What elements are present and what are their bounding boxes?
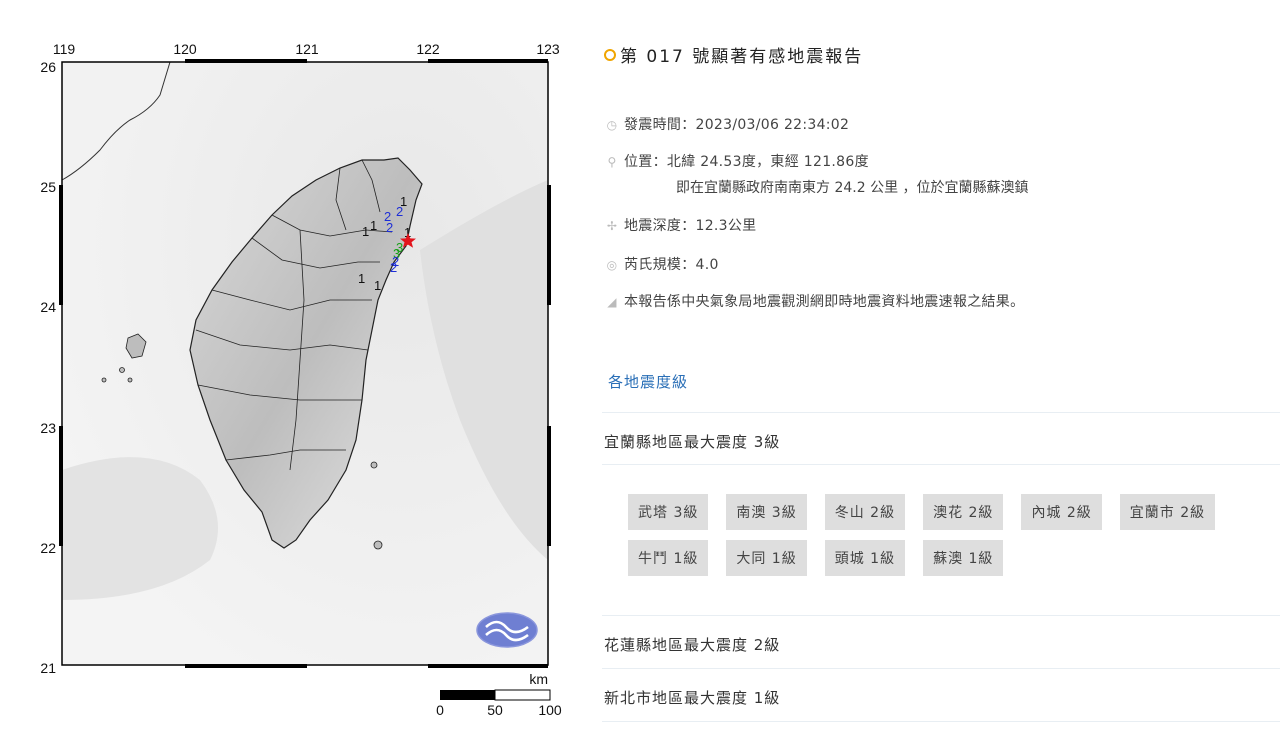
intensity-mark: 1 [374,278,381,293]
depth-icon: ✢ [606,219,618,233]
lon-tick-1: 120 [173,41,197,57]
location-detail: 即在宜蘭縣政府南南東方 24.2 公里 ，位於宜蘭縣蘇澳鎮 [676,180,1029,196]
station-chip: 頭城 1級 [824,540,906,576]
station-list: 武塔 3級 南澳 3級 冬山 2級 澳花 2級 內城 2級 宜蘭市 2級 牛鬥 1級 大同 … [628,494,1268,586]
region-label: 新北市地區最大震度 1級 [604,689,781,707]
note-row: ◢ 本報告係中央氣象局地震觀測網即時地震資料地震速報之結果。 [604,291,1024,311]
lat-tick-1: 25 [40,179,56,195]
region-hualien[interactable]: 花蓮縣地區最大震度 2級 [602,615,1280,654]
scale-label-100: 100 [538,702,562,718]
intensity-mark: 2 [386,220,393,235]
intensity-mark: 1 [362,224,369,239]
station-chip: 澳花 2級 [923,494,1004,530]
lat-tick-2: 24 [40,299,56,315]
magnitude-row: ◎ 芮氏規模：4.0 [604,254,719,274]
lat-tick-3: 23 [40,420,56,436]
megaphone-icon: ◢ [607,295,617,309]
location-row: ⚲ 位置：北緯 24.53度，東經 121.86度 [604,151,869,171]
scale-label-50: 50 [487,702,503,718]
green-island [370,461,378,469]
map-canvas: 119 120 121 122 123 26 25 24 23 22 21 2 … [40,41,562,718]
origin-time: 發震時間：2023/03/06 22:34:02 [624,117,850,133]
clock-icon: ◷ [606,118,618,132]
magnitude-text: 芮氏規模：4.0 [624,257,719,273]
lon-tick-2: 121 [295,41,319,57]
location-pin-icon: ⚲ [607,155,617,169]
orchid-island [373,540,383,550]
intensity-mark: 1 [400,194,407,209]
scale-bar: km 0 50 100 [436,671,562,718]
station-chip: 蘇澳 1級 [923,540,1004,576]
region-label: 宜蘭縣地區最大震度 3級 [604,433,781,451]
origin-time-row: ◷ 發震時間：2023/03/06 22:34:02 [604,114,849,134]
region-divider [602,721,1280,722]
intensity-mark: 1 [358,271,365,286]
region-label: 花蓮縣地區最大震度 2級 [604,636,781,654]
station-chip: 南澳 3級 [726,494,807,530]
station-chip: 牛鬥 1級 [628,540,709,576]
intensity-mark: 2 [390,260,397,275]
station-chip: 內城 2級 [1021,494,1102,530]
location-text: 位置：北緯 24.53度，東經 121.86度 [624,154,869,170]
depth-row: ✢ 地震深度：12.3公里 [604,215,756,235]
title-dot-icon [604,49,616,61]
lat-tick-0: 26 [40,59,56,75]
station-chip: 冬山 2級 [824,494,906,530]
station-chip: 大同 1級 [726,540,807,576]
cwb-logo [476,612,538,648]
station-chip: 武塔 3級 [628,494,709,530]
depth-text: 地震深度：12.3公里 [624,218,757,234]
station-chip: 宜蘭市 2級 [1119,494,1216,530]
region-divider [602,464,1280,465]
magnitude-icon: ◎ [606,258,618,272]
report-panel: 第 017 號顯著有感地震報告 ◷ 發震時間：2023/03/06 22:34:0… [592,0,1280,752]
lon-tick-0: 119 [53,41,76,57]
intensity-section-title: 各地震度級 [608,373,689,391]
report-title: 第 017 號顯著有感地震報告 [604,42,863,67]
region-yilan[interactable]: 宜蘭縣地區最大震度 3級 [602,412,1280,451]
scale-label-0: 0 [436,702,444,718]
lat-tick-5: 21 [40,660,56,676]
lon-tick-3: 122 [416,41,440,57]
region-new-taipei[interactable]: 新北市地區最大震度 1級 [602,668,1280,707]
scale-unit: km [529,671,548,687]
lon-tick-4: 123 [536,41,560,57]
intensity-mark: 1 [370,218,377,233]
lat-tick-4: 22 [40,540,56,556]
earthquake-map: 119 120 121 122 123 26 25 24 23 22 21 2 … [0,0,580,752]
report-title-text: 第 017 號顯著有感地震報告 [620,47,864,67]
note-text: 本報告係中央氣象局地震觀測網即時地震資料地震速報之結果。 [624,294,1025,310]
